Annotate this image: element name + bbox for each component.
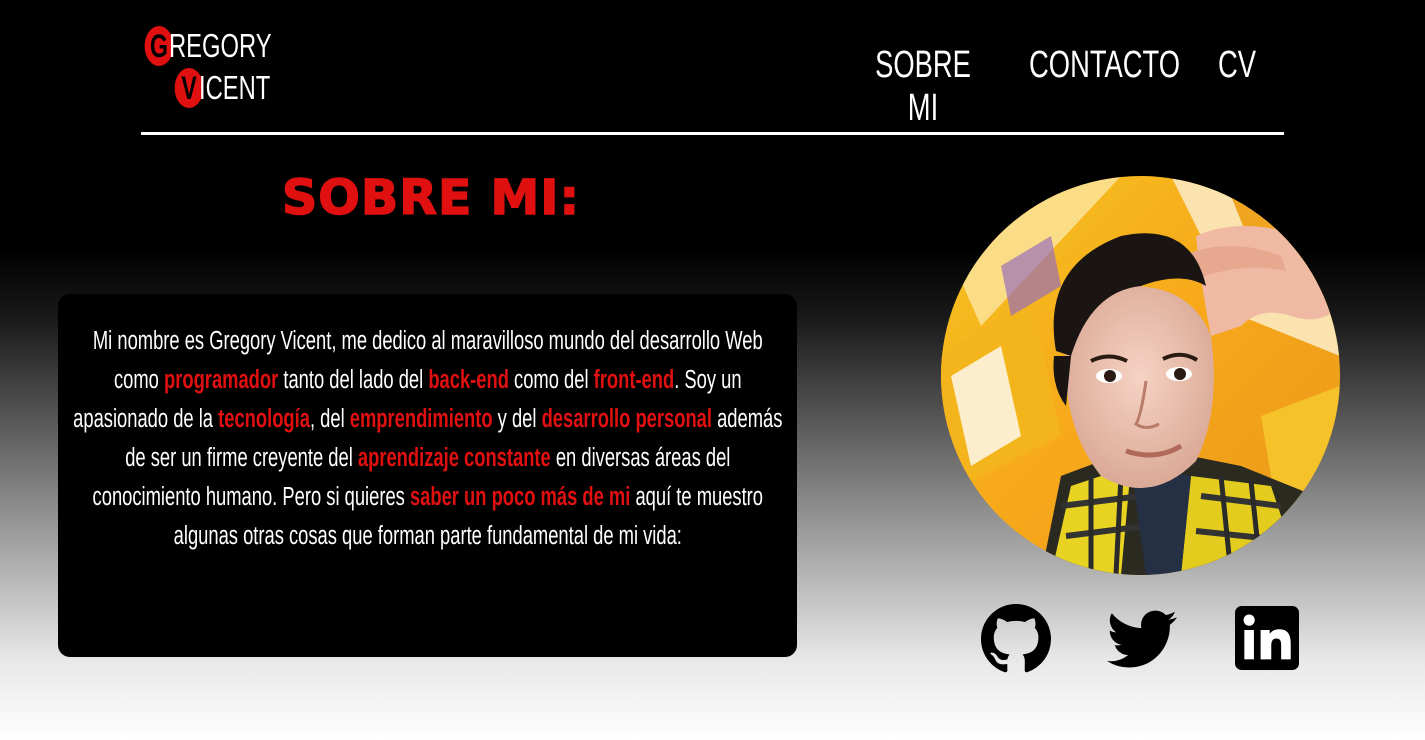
nav-link-cv[interactable]: CV — [1215, 44, 1258, 130]
bio-card: Mi nombre es Gregory Vicent, me dedico a… — [58, 294, 797, 657]
bio-text-segment: como del — [508, 366, 594, 394]
github-icon[interactable] — [981, 604, 1051, 674]
logo-last-name-rest: ICENT — [199, 69, 271, 106]
bio-highlight-saber-mas: saber un poco más de mi — [409, 483, 631, 511]
nav-link-sobre-mi[interactable]: SOBRE MI — [869, 44, 977, 130]
bio-highlight-back-end: back-end — [428, 366, 509, 394]
bio-text-segment: , del — [309, 405, 350, 433]
bio-highlight-desarrollo-personal: desarrollo personal — [541, 405, 712, 433]
nav-link-contacto[interactable]: CONTACTO — [1029, 44, 1180, 130]
profile-photo — [941, 176, 1340, 575]
bio-highlight-programador: programador — [163, 366, 278, 394]
logo-line-last-name: V ICENT — [169, 68, 298, 108]
bio-highlight-front-end: front-end — [593, 366, 674, 394]
bio-highlight-emprendimiento: emprendimiento — [349, 405, 493, 433]
main-nav: SOBRE MI CONTACTO CV — [852, 44, 1267, 130]
bio-highlight-tecnologia: tecnología — [217, 405, 310, 433]
linkedin-icon[interactable] — [1235, 604, 1305, 674]
social-links — [981, 604, 1305, 674]
twitter-icon[interactable] — [1107, 604, 1177, 674]
bio-text-segment: tanto del lado del — [277, 366, 429, 394]
bio-paragraph: Mi nombre es Gregory Vicent, me dedico a… — [72, 322, 783, 556]
logo-first-name-rest: REGORY — [169, 27, 272, 64]
site-logo[interactable]: G REGORY V ICENT — [139, 26, 289, 110]
bio-highlight-aprendizaje-constante: aprendizaje constante — [357, 444, 551, 472]
logo-line-first-name: G REGORY — [139, 26, 311, 66]
bio-text-segment: y del — [492, 405, 542, 433]
header-divider — [141, 132, 1284, 135]
section-title: SOBRE MI: — [281, 169, 581, 227]
